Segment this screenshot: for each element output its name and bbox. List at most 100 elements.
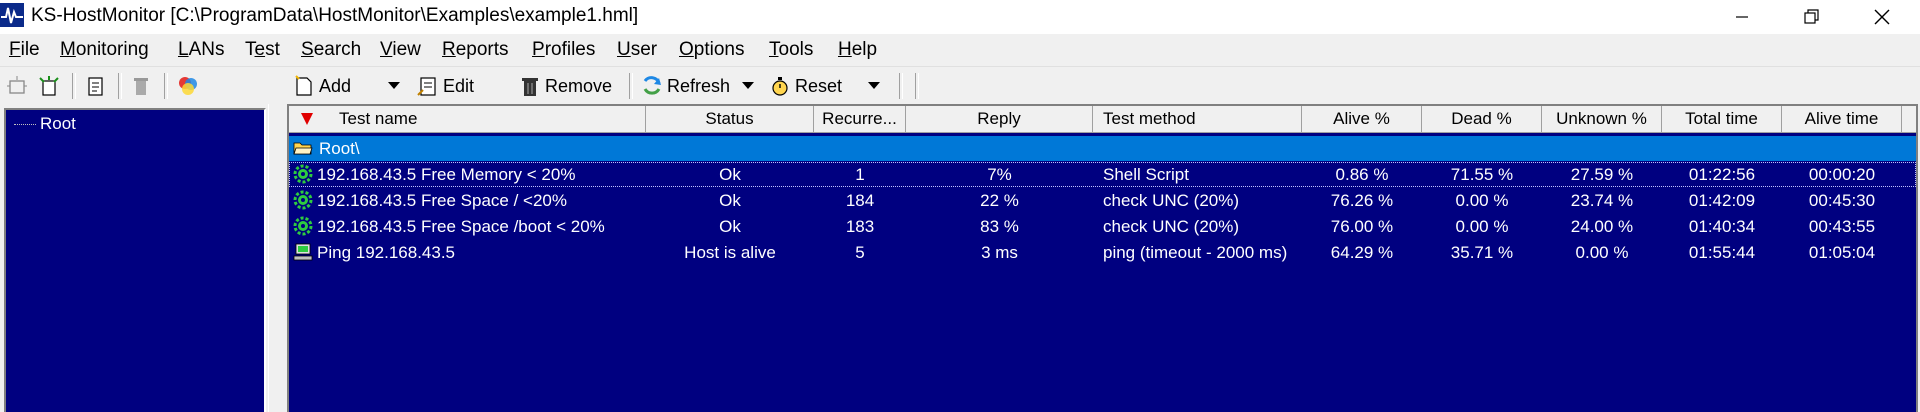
cell-total-time: 01:42:09 <box>1688 191 1756 210</box>
cell-alive-time: 01:05:04 <box>1808 243 1876 262</box>
cell-recurrence: 184 <box>845 191 875 210</box>
table-row[interactable]: Ping 192.168.43.5 Host is alive 5 3 ms p… <box>289 240 1916 265</box>
properties-button[interactable] <box>84 71 106 101</box>
color-scheme-button[interactable] <box>176 71 198 101</box>
cell-test-method: Shell Script <box>1103 165 1189 184</box>
menu-file[interactable]: File <box>9 39 40 61</box>
toolbar-separator <box>164 73 168 99</box>
edit-button[interactable]: Edit <box>417 71 474 101</box>
panel-splitter[interactable] <box>268 104 285 412</box>
menu-options[interactable]: Options <box>679 39 744 61</box>
menu-test[interactable]: Test <box>245 39 280 61</box>
reset-dropdown-button[interactable] <box>867 71 881 101</box>
dropdown-arrow-icon <box>742 82 754 89</box>
refresh-icon <box>641 74 663 98</box>
reset-button[interactable]: Reset <box>769 71 842 101</box>
cell-test-name: 192.168.43.5 Free Memory < 20% <box>317 165 576 184</box>
sort-arrow-icon <box>301 113 313 125</box>
menu-tools[interactable]: Tools <box>769 39 813 61</box>
cell-alive-pct: 0.86 % <box>1335 165 1389 184</box>
cell-alive-pct: 64.29 % <box>1330 243 1394 262</box>
tree-toolbar <box>0 67 278 105</box>
menu-lans[interactable]: LANs <box>178 39 224 61</box>
cell-alive-time: 00:43:55 <box>1808 217 1876 236</box>
cell-reply: 7% <box>987 165 1012 184</box>
tree-item-root[interactable]: Root <box>14 114 76 134</box>
menu-help[interactable]: Help <box>838 39 877 61</box>
toolbar-separator <box>899 73 903 99</box>
gear-icon <box>293 164 313 184</box>
cell-total-time: 01:40:34 <box>1688 217 1756 236</box>
cell-test-name: 192.168.43.5 Free Space / <20% <box>317 191 567 210</box>
close-button[interactable] <box>1852 0 1912 34</box>
test-list: Test name Status Recurre... Reply Test m… <box>287 104 1918 412</box>
dropdown-arrow-icon <box>868 82 880 89</box>
menu-view[interactable]: View <box>380 39 421 61</box>
menu-bar: File Monitoring LANs Test Search View Re… <box>0 34 1920 67</box>
menu-user[interactable]: User <box>617 39 657 61</box>
sparkle-folder-icon <box>6 74 28 98</box>
cell-test-name: 192.168.43.5 Free Space /boot < 20% <box>317 217 605 236</box>
column-header-total-time[interactable]: Total time <box>1662 106 1782 132</box>
cell-recurrence: 1 <box>855 165 865 184</box>
add-dropdown-button[interactable] <box>387 71 401 101</box>
cell-reply: 83 % <box>980 217 1019 236</box>
new-item-button[interactable] <box>38 71 60 101</box>
properties-icon <box>84 74 106 98</box>
title-bar: KS-HostMonitor [C:\ProgramData\HostMonit… <box>0 0 1920 34</box>
restore-button[interactable] <box>1782 0 1842 34</box>
folder-row[interactable]: Root\ <box>289 136 1916 161</box>
cell-reply: 22 % <box>980 191 1019 210</box>
add-button[interactable]: Add <box>293 71 351 101</box>
cell-dead-pct: 35.71 % <box>1450 243 1514 262</box>
cell-unknown-pct: 0.00 % <box>1575 243 1629 262</box>
cell-total-time: 01:22:56 <box>1688 165 1756 184</box>
column-header-status[interactable]: Status <box>646 106 814 132</box>
cell-alive-pct: 76.00 % <box>1330 217 1394 236</box>
computer-icon <box>293 243 313 261</box>
cell-unknown-pct: 24.00 % <box>1570 217 1634 236</box>
column-header-alive-time[interactable]: Alive time <box>1782 106 1902 132</box>
menu-search[interactable]: Search <box>301 39 361 61</box>
menu-reports[interactable]: Reports <box>442 39 509 61</box>
restore-icon <box>1804 9 1819 24</box>
column-header-dead-pct[interactable]: Dead % <box>1422 106 1542 132</box>
cell-reply: 3 ms <box>981 243 1018 262</box>
column-header-test-method[interactable]: Test method <box>1093 106 1302 132</box>
cell-unknown-pct: 27.59 % <box>1570 165 1634 184</box>
column-header-unknown-pct[interactable]: Unknown % <box>1542 106 1662 132</box>
table-row[interactable]: 192.168.43.5 Free Memory < 20% Ok 1 7% S… <box>289 162 1916 187</box>
gear-icon <box>293 190 313 210</box>
column-header-reply[interactable]: Reply <box>906 106 1093 132</box>
minimize-button[interactable] <box>1712 0 1772 34</box>
column-header-test-name[interactable]: Test name <box>289 106 646 132</box>
refresh-button[interactable]: Refresh <box>641 71 730 101</box>
new-folder-button[interactable] <box>6 71 28 101</box>
table-row[interactable]: 192.168.43.5 Free Space / <20% Ok 184 22… <box>289 188 1916 213</box>
cell-alive-time: 00:45:30 <box>1808 191 1876 210</box>
trash-icon <box>130 74 152 98</box>
column-header-alive-pct[interactable]: Alive % <box>1302 106 1422 132</box>
new-document-icon <box>293 74 315 98</box>
app-icon <box>0 3 24 27</box>
menu-profiles[interactable]: Profiles <box>532 39 595 61</box>
edit-document-icon <box>417 74 439 98</box>
column-header-row: Test name Status Recurre... Reply Test m… <box>289 106 1916 133</box>
test-toolbar: Add Edit Remove Refresh Reset <box>285 67 1920 105</box>
cell-recurrence: 5 <box>855 243 865 262</box>
folder-tree[interactable]: Root <box>4 108 266 412</box>
remove-button[interactable]: Remove <box>519 71 612 101</box>
cell-status: Ok <box>719 165 741 184</box>
column-header-recurrence[interactable]: Recurre... <box>814 106 906 132</box>
tree-connector <box>14 124 36 126</box>
menu-monitoring[interactable]: Monitoring <box>60 39 149 61</box>
cell-dead-pct: 71.55 % <box>1450 165 1514 184</box>
close-icon <box>1874 9 1890 25</box>
cell-dead-pct: 0.00 % <box>1455 217 1509 236</box>
delete-folder-button[interactable] <box>130 71 152 101</box>
cell-alive-time: 00:00:20 <box>1808 165 1876 184</box>
refresh-dropdown-button[interactable] <box>741 71 755 101</box>
stopwatch-icon <box>769 74 791 98</box>
cell-total-time: 01:55:44 <box>1688 243 1756 262</box>
table-row[interactable]: 192.168.43.5 Free Space /boot < 20% Ok 1… <box>289 214 1916 239</box>
